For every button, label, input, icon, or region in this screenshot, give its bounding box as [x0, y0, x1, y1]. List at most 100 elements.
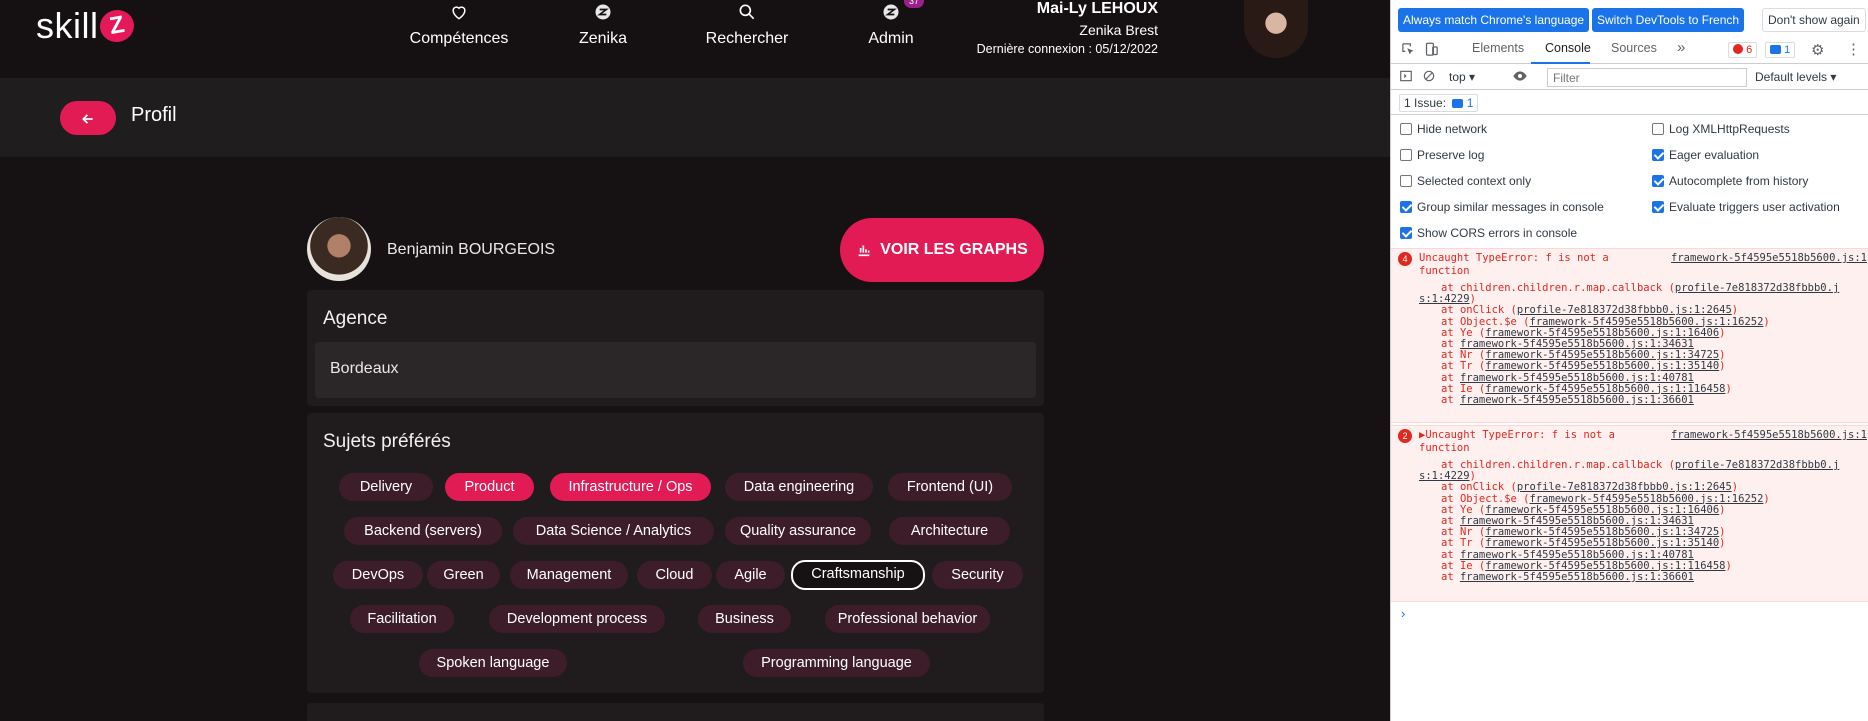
topic-chip[interactable]: Architecture — [889, 517, 1010, 545]
topic-chip[interactable]: Security — [932, 561, 1023, 589]
stack-frame-link[interactable]: profile-7e818372d38fbbb0.js:1:2645 — [1517, 481, 1732, 493]
user-avatar[interactable] — [1244, 0, 1308, 58]
stack-frame-link[interactable]: framework-5f4595e5518b5600.js:1:16406 — [1485, 504, 1719, 516]
topic-chip[interactable]: Facilitation — [350, 605, 454, 633]
topic-chip[interactable]: Cloud — [637, 561, 712, 589]
topic-chip[interactable]: Delivery — [339, 473, 433, 501]
stack-frame-link[interactable]: framework-5f4595e5518b5600.js:1:34725 — [1485, 349, 1719, 361]
setting-eval-triggers[interactable]: Evaluate triggers user activation — [1652, 200, 1840, 214]
topic-chip[interactable]: Product — [445, 473, 534, 501]
stack-frame-link[interactable]: s:1:4229 — [1419, 293, 1470, 305]
error-count-badge[interactable]: 6 — [1728, 42, 1758, 58]
topic-chip[interactable]: Backend (servers) — [344, 517, 502, 545]
stack-frame-link[interactable]: framework-5f4595e5518b5600.js:1:116458 — [1485, 383, 1725, 395]
kebab-menu-icon[interactable]: ⋮ — [1846, 40, 1861, 58]
checkbox[interactable] — [1400, 227, 1412, 239]
issues-label: 1 Issue: — [1404, 96, 1447, 110]
setting-log-xhr[interactable]: Log XMLHttpRequests — [1652, 122, 1790, 136]
setting-group-similar[interactable]: Group similar messages in console — [1400, 200, 1604, 214]
stack-frame-link[interactable]: framework-5f4595e5518b5600.js:1:16406 — [1485, 327, 1719, 339]
topic-chip[interactable]: Development process — [489, 605, 665, 633]
error-source-link[interactable]: framework-5f4595e5518b5600.js:1 — [1671, 252, 1867, 264]
stack-frame-link[interactable]: framework-5f4595e5518b5600.js:1:16252 — [1530, 493, 1764, 505]
topic-chip[interactable]: Infrastructure / Ops — [550, 473, 711, 501]
setting-selected-context[interactable]: Selected context only — [1400, 174, 1531, 188]
topic-chip[interactable]: Professional behavior — [825, 605, 990, 633]
console-prompt[interactable]: › — [1401, 606, 1405, 621]
topic-chip[interactable]: Data Science / Analytics — [513, 517, 714, 545]
back-button[interactable] — [60, 101, 116, 135]
stack-frame-link[interactable]: profile-7e818372d38fbbb0.js:1:2645 — [1517, 304, 1732, 316]
setting-cors-errors[interactable]: Show CORS errors in console — [1400, 226, 1577, 240]
stack-frame-link[interactable]: framework-5f4595e5518b5600.js:1:35140 — [1485, 537, 1719, 549]
stack-frame-link[interactable]: framework-5f4595e5518b5600.js:1:116458 — [1485, 560, 1725, 572]
nav-zenika[interactable]: Zenika — [528, 2, 678, 48]
sidebar-toggle-icon[interactable] — [1399, 69, 1413, 86]
topic-chip[interactable]: Agile — [716, 561, 785, 589]
log-levels-select[interactable]: Default levels ▾ — [1755, 70, 1836, 84]
checkbox[interactable] — [1400, 123, 1412, 135]
topic-chip[interactable]: Management — [510, 561, 628, 589]
stack-frame-link[interactable]: framework-5f4595e5518b5600.js:1:36601 — [1460, 571, 1694, 583]
topic-chip[interactable]: Business — [698, 605, 791, 633]
console-error-message[interactable]: 2 ▶Uncaught TypeError: f is not a functio… — [1391, 425, 1868, 602]
error-message: ▶Uncaught TypeError: f is not a function — [1419, 429, 1619, 455]
stack-frame-link[interactable]: profile-7e818372d38fbbb0.j — [1675, 282, 1839, 294]
eye-icon[interactable] — [1512, 68, 1528, 87]
checkbox[interactable] — [1652, 149, 1664, 161]
topic-chip-focused[interactable]: Craftsmanship — [791, 560, 925, 590]
tab-console[interactable]: Console — [1545, 41, 1591, 55]
setting-hide-network[interactable]: Hide network — [1400, 122, 1487, 136]
stack-frame-close: ) — [1763, 492, 1770, 505]
more-tabs-button[interactable]: » — [1677, 39, 1685, 56]
topics-card: Sujets préférés Delivery Product Infrast… — [307, 413, 1044, 693]
switch-french-button[interactable]: Switch DevTools to French — [1592, 8, 1745, 32]
checkbox[interactable] — [1652, 201, 1664, 213]
setting-autocomplete[interactable]: Autocomplete from history — [1652, 174, 1808, 188]
topic-chip[interactable]: Frontend (UI) — [888, 473, 1012, 501]
topic-chip[interactable]: Spoken language — [419, 649, 567, 677]
stack-frame-link[interactable]: s:1:4229 — [1419, 470, 1470, 482]
topic-chip[interactable]: DevOps — [333, 561, 423, 589]
stack-frame-link[interactable]: framework-5f4595e5518b5600.js:1:16252 — [1530, 316, 1764, 328]
tab-elements[interactable]: Elements — [1472, 41, 1524, 55]
clear-console-icon[interactable] — [1422, 69, 1436, 86]
stack-frame-link[interactable]: framework-5f4595e5518b5600.js:1:34631 — [1460, 338, 1694, 350]
view-graphs-button[interactable]: VOIR LES GRAPHS — [840, 218, 1044, 282]
stack-frame-link[interactable]: framework-5f4595e5518b5600.js:1:34725 — [1485, 526, 1719, 538]
setting-preserve-log[interactable]: Preserve log — [1400, 148, 1484, 162]
topic-chip[interactable]: Green — [427, 561, 500, 589]
settings-gear-icon[interactable]: ⚙ — [1811, 41, 1824, 59]
checkbox[interactable] — [1652, 123, 1664, 135]
checkbox[interactable] — [1400, 201, 1412, 213]
message-count-badge[interactable]: 1 — [1765, 42, 1796, 58]
match-language-button[interactable]: Always match Chrome's language — [1398, 8, 1590, 32]
nav-rechercher[interactable]: Rechercher — [672, 2, 822, 48]
inspect-element-icon[interactable] — [1401, 42, 1416, 60]
stack-frame-fn: at Tr ( — [1441, 360, 1486, 373]
stack-frame-link[interactable]: framework-5f4595e5518b5600.js:1:34631 — [1460, 515, 1694, 527]
nav-competences[interactable]: Compétences — [384, 2, 534, 48]
stack-frame-link[interactable]: framework-5f4595e5518b5600.js:1:40781 — [1460, 372, 1694, 384]
checkbox[interactable] — [1400, 149, 1412, 161]
tab-sources[interactable]: Sources — [1611, 41, 1657, 55]
topic-chip[interactable]: Programming language — [743, 649, 930, 677]
topic-chip[interactable]: Data engineering — [725, 473, 873, 501]
checkbox[interactable] — [1652, 175, 1664, 187]
console-filter-input[interactable] — [1547, 68, 1747, 87]
skillz-logo[interactable]: skill Z — [36, 4, 137, 48]
issues-button[interactable]: 1 Issue: 1 — [1399, 94, 1479, 112]
stack-frame-link[interactable]: profile-7e818372d38fbbb0.j — [1675, 459, 1839, 471]
topic-chip[interactable]: Quality assurance — [725, 517, 871, 545]
stack-frame-link[interactable]: framework-5f4595e5518b5600.js:1:40781 — [1460, 549, 1694, 561]
stack-frame-link[interactable]: framework-5f4595e5518b5600.js:1:35140 — [1485, 360, 1719, 372]
agency-value[interactable]: Bordeaux — [315, 342, 1036, 398]
stack-frame-link[interactable]: framework-5f4595e5518b5600.js:1:36601 — [1460, 394, 1694, 406]
dont-show-again-button[interactable]: Don't show again — [1762, 8, 1866, 32]
checkbox[interactable] — [1400, 175, 1412, 187]
console-error-message[interactable]: 4 Uncaught TypeError: f is not a function… — [1391, 248, 1868, 423]
setting-eager-eval[interactable]: Eager evaluation — [1652, 148, 1759, 162]
device-toolbar-icon[interactable] — [1424, 42, 1439, 60]
context-select[interactable]: top ▾ — [1449, 70, 1475, 84]
error-source-link[interactable]: framework-5f4595e5518b5600.js:1 — [1671, 429, 1867, 441]
